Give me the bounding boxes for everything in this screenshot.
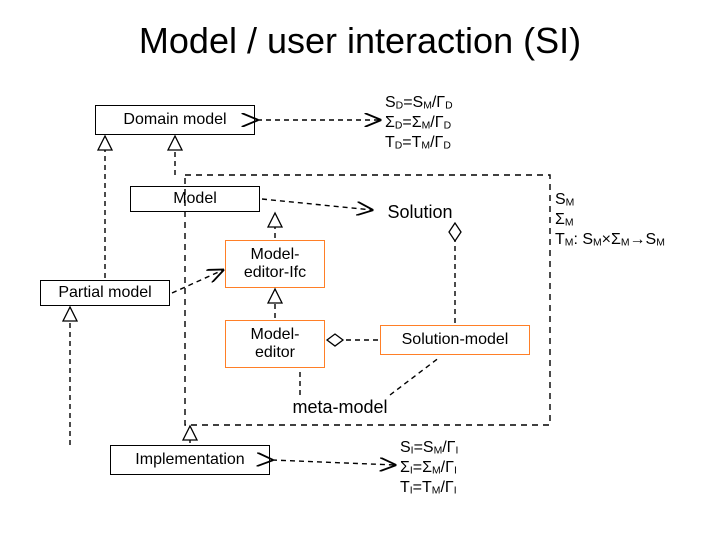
diagram-overlay bbox=[0, 0, 720, 540]
box-implementation: Implementation bbox=[110, 445, 270, 475]
slide: Model / user interaction (SI) Domain mod… bbox=[0, 0, 720, 540]
box-model-editor: Model- editor bbox=[225, 320, 325, 368]
eq-top-text: SD=SM/ΓDΣD=ΣM/ΓDTD=TM/ΓD bbox=[385, 94, 453, 151]
box-solution: Solution bbox=[370, 200, 470, 225]
eq-bottom: SI=SM/ΓIΣI=ΣM/ΓITI=TM/ΓI bbox=[400, 438, 458, 498]
box-model-editor-ifc: Model- editor-Ifc bbox=[225, 240, 325, 288]
box-model: Model bbox=[130, 186, 260, 212]
page-title: Model / user interaction (SI) bbox=[0, 20, 720, 62]
box-partial-model: Partial model bbox=[40, 280, 170, 306]
box-solution-model: Solution-model bbox=[380, 325, 530, 355]
eq-right-text: SMΣMTM: SM×ΣM→SM bbox=[555, 191, 665, 248]
eq-top: SD=SM/ΓDΣD=ΣM/ΓDTD=TM/ΓD bbox=[385, 93, 453, 153]
box-domain-model: Domain model bbox=[95, 105, 255, 135]
box-meta-model: meta-model bbox=[270, 395, 410, 420]
eq-right: SMΣMTM: SM×ΣM→SM bbox=[555, 190, 665, 250]
eq-bottom-text: SI=SM/ΓIΣI=ΣM/ΓITI=TM/ΓI bbox=[400, 439, 458, 496]
